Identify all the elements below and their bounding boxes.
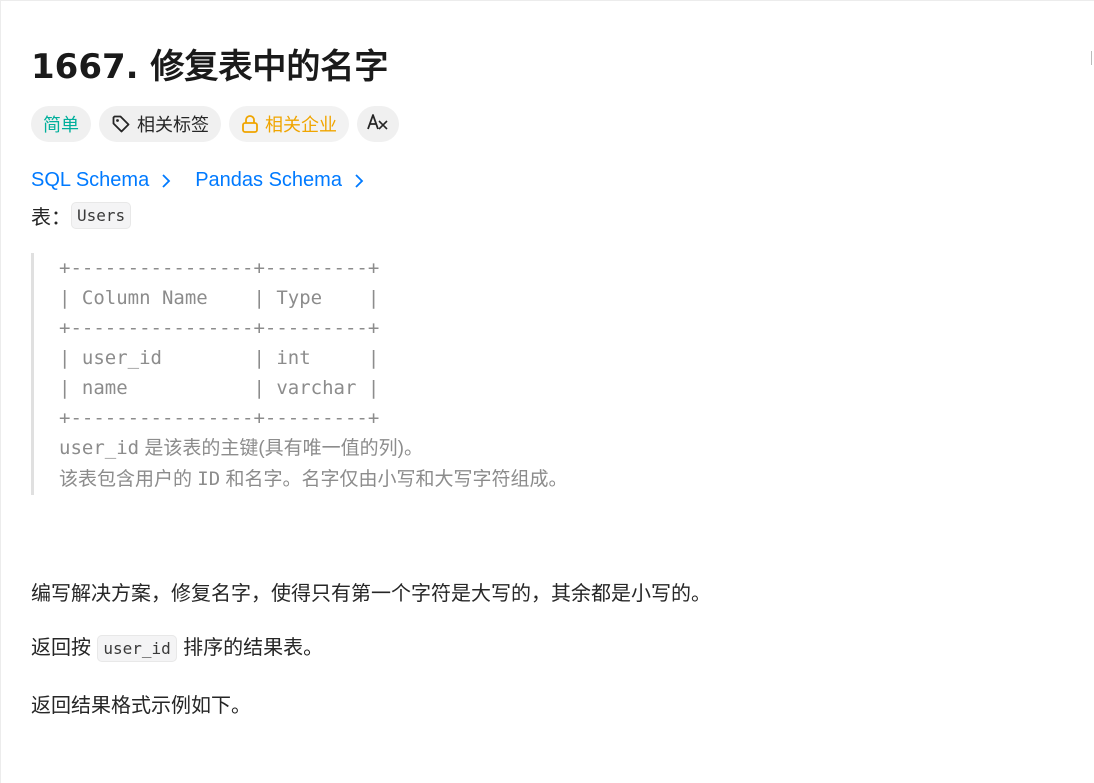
description-paragraph: 返回结果格式示例如下。 xyxy=(31,693,251,717)
related-companies-button[interactable]: 相关企业 xyxy=(229,106,349,142)
schema-blockquote: +----------------+---------+ | Column Na… xyxy=(31,253,631,495)
para-text: 排序的结果表。 xyxy=(176,635,324,659)
related-tags-label: 相关标签 xyxy=(137,115,209,136)
pandas-schema-link[interactable]: Pandas Schema xyxy=(195,169,364,192)
schema-row: +----------------+---------+ xyxy=(59,317,380,339)
problem-title: 1667. 修复表中的名字 xyxy=(31,47,389,87)
schema-row: | Column Name | Type | xyxy=(59,287,380,309)
sql-schema-label: SQL Schema xyxy=(31,169,150,191)
difficulty-badge[interactable]: 简单 xyxy=(31,106,91,142)
table-intro: 表： Users xyxy=(31,201,132,230)
description-paragraph: 返回按 user_id 排序的结果表。 xyxy=(31,631,324,662)
sql-schema-link[interactable]: SQL Schema xyxy=(31,169,171,192)
schema-row: +----------------+---------+ xyxy=(59,257,380,279)
note-code: user_id xyxy=(59,437,140,459)
chevron-right-icon xyxy=(161,173,171,189)
schema-row: | name | varchar | xyxy=(59,377,380,399)
note-code: ID xyxy=(197,468,221,490)
schema-note-content: 该表包含用户的 ID 和名字。名字仅由小写和大写字符组成。 xyxy=(59,464,631,495)
schema-note-primary-key: user_id 是该表的主键(具有唯一值的列)。 xyxy=(59,433,631,464)
description-paragraph: 编写解决方案，修复名字，使得只有第一个字符是大写的，其余都是小写的。 xyxy=(31,581,711,605)
table-name-code: Users xyxy=(71,202,132,229)
para-text: 返回按 xyxy=(31,635,98,659)
note-text: 是该表的主键(具有唯一值的列)。 xyxy=(139,438,424,459)
inline-code: user_id xyxy=(97,635,177,662)
tag-bar: 简单 相关标签 相关企业 xyxy=(31,106,399,142)
translate-button[interactable] xyxy=(357,106,399,142)
lock-icon xyxy=(241,114,259,134)
note-text: 该表包含用户的 xyxy=(59,469,198,490)
note-text: 和名字。名字仅由小写和大写字符组成。 xyxy=(220,469,568,490)
pandas-schema-label: Pandas Schema xyxy=(195,169,342,191)
problem-page: 1667. 修复表中的名字 简单 相关标签 相关企业 SQL Schema Pa… xyxy=(0,0,1094,783)
schema-row: +----------------+---------+ xyxy=(59,407,380,429)
related-tags-button[interactable]: 相关标签 xyxy=(99,106,221,142)
schema-links: SQL Schema Pandas Schema xyxy=(31,169,364,192)
table-intro-label: 表： xyxy=(31,207,71,229)
related-companies-label: 相关企业 xyxy=(265,115,337,136)
schema-row: | user_id | int | xyxy=(59,347,380,369)
translate-icon xyxy=(367,112,389,137)
tag-icon xyxy=(111,114,131,134)
chevron-right-icon xyxy=(354,173,364,189)
